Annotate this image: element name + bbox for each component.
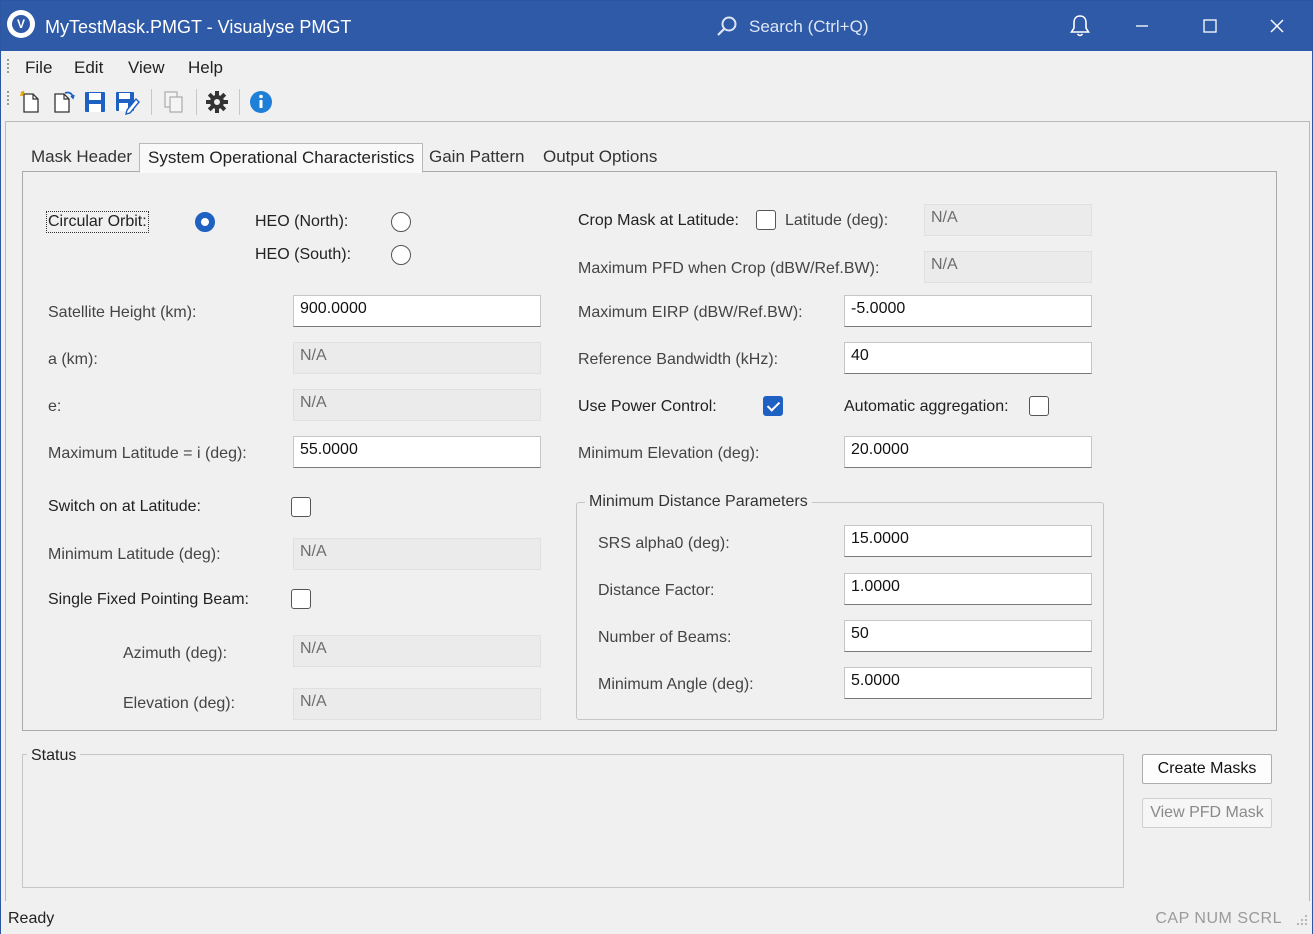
app-window: V MyTestMask.PMGT - Visualyse PMGT Searc…: [0, 0, 1313, 934]
elevation-input[interactable]: N/A: [293, 688, 541, 720]
title-bar: V MyTestMask.PMGT - Visualyse PMGT Searc…: [1, 1, 1312, 51]
number-of-beams-input[interactable]: 50: [844, 620, 1092, 652]
a-km-label: a (km):: [48, 351, 98, 368]
toolbar-separator: [151, 89, 152, 115]
switch-on-latitude-label: Switch on at Latitude:: [48, 498, 201, 515]
switch-on-latitude-checkbox[interactable]: [291, 497, 311, 517]
e-label: e:: [48, 398, 62, 415]
single-beam-label: Single Fixed Pointing Beam:: [48, 591, 249, 608]
status-panel: [22, 754, 1124, 888]
tab-gain-pattern[interactable]: Gain Pattern: [421, 143, 532, 172]
toolbar-separator: [239, 89, 240, 115]
heo-north-radio[interactable]: [391, 212, 411, 232]
tab-mask-header[interactable]: Mask Header: [23, 143, 140, 172]
menu-view[interactable]: View: [128, 58, 165, 78]
new-file-button[interactable]: [17, 89, 43, 115]
max-pfd-input[interactable]: N/A: [924, 251, 1092, 283]
copy-icon: [164, 91, 183, 113]
status-title: Status: [27, 747, 81, 765]
menu-file[interactable]: File: [25, 58, 52, 78]
heo-south-label: HEO (South):: [255, 246, 352, 263]
satellite-height-input[interactable]: 900.0000: [293, 295, 541, 327]
toolbar: [1, 83, 1312, 121]
settings-button[interactable]: [204, 89, 230, 115]
menu-grip: [7, 59, 10, 73]
number-of-beams-label: Number of Beams:: [598, 629, 732, 646]
max-latitude-input[interactable]: 55.0000: [293, 436, 541, 468]
srs-alpha0-input[interactable]: 15.0000: [844, 525, 1092, 557]
save-icon: [85, 92, 105, 112]
menu-bar: File Edit View Help: [1, 51, 1312, 83]
toolbar-grip: [7, 91, 10, 105]
keyboard-indicators: CAP NUM SCRL: [1155, 910, 1282, 927]
copy-button[interactable]: [160, 89, 186, 115]
save-as-icon: [116, 92, 140, 115]
distance-factor-label: Distance Factor:: [598, 582, 715, 599]
satellite-height-label: Satellite Height (km):: [48, 304, 197, 321]
save-as-button[interactable]: [114, 89, 140, 115]
azimuth-label: Azimuth (deg):: [123, 645, 228, 662]
close-icon[interactable]: [1264, 13, 1290, 39]
min-elevation-input[interactable]: 20.0000: [844, 436, 1092, 468]
circular-orbit-label[interactable]: Circular Orbit:: [46, 211, 149, 233]
window-title: MyTestMask.PMGT - Visualyse PMGT: [45, 17, 352, 37]
minimum-angle-input[interactable]: 5.0000: [844, 667, 1092, 699]
search-box[interactable]: Search (Ctrl+Q): [715, 14, 869, 40]
crop-latitude-label: Latitude (deg):: [785, 212, 889, 229]
minimize-icon[interactable]: [1129, 13, 1155, 39]
create-masks-button[interactable]: Create Masks: [1142, 754, 1272, 784]
auto-aggregation-label: Automatic aggregation:: [844, 398, 1009, 415]
settings-gear-icon: [206, 91, 228, 113]
search-placeholder: Search (Ctrl+Q): [749, 17, 869, 36]
notification-bell-icon[interactable]: [1067, 13, 1093, 39]
app-logo-icon: V: [7, 10, 35, 38]
view-pfd-mask-button[interactable]: View PFD Mask: [1142, 798, 1272, 828]
open-file-button[interactable]: [50, 89, 76, 115]
max-eirp-label: Maximum EIRP (dBW/Ref.BW):: [578, 304, 803, 321]
heo-south-radio[interactable]: [391, 245, 411, 265]
menu-edit[interactable]: Edit: [74, 58, 103, 78]
reference-bandwidth-input[interactable]: 40: [844, 342, 1092, 374]
max-latitude-label: Maximum Latitude = i (deg):: [48, 445, 247, 462]
crop-mask-label: Crop Mask at Latitude:: [578, 212, 739, 229]
min-latitude-input[interactable]: N/A: [293, 538, 541, 570]
open-file-icon: [54, 91, 75, 113]
max-eirp-input[interactable]: -5.0000: [844, 295, 1092, 327]
new-file-icon: [20, 90, 39, 113]
heo-north-label: HEO (North):: [255, 213, 349, 230]
crop-mask-checkbox[interactable]: [756, 210, 776, 230]
auto-aggregation-checkbox[interactable]: [1029, 396, 1049, 416]
circular-orbit-radio[interactable]: [195, 212, 215, 232]
resize-grip-icon[interactable]: [1295, 913, 1309, 929]
save-button[interactable]: [82, 89, 108, 115]
tab-system-operational-characteristics[interactable]: System Operational Characteristics: [139, 143, 424, 173]
min-latitude-label: Minimum Latitude (deg):: [48, 546, 221, 563]
crop-latitude-input[interactable]: N/A: [924, 204, 1092, 236]
power-control-label: Use Power Control:: [578, 398, 717, 415]
srs-alpha0-label: SRS alpha0 (deg):: [598, 535, 730, 552]
e-input[interactable]: N/A: [293, 389, 541, 421]
minimum-angle-label: Minimum Angle (deg):: [598, 676, 754, 693]
maximize-icon[interactable]: [1197, 13, 1223, 39]
status-bar-text: Ready: [8, 910, 55, 927]
power-control-checkbox[interactable]: [763, 396, 783, 416]
info-icon: [250, 91, 272, 113]
toolbar-separator: [196, 89, 197, 115]
info-button[interactable]: [248, 89, 274, 115]
search-icon: [717, 16, 737, 36]
elevation-label: Elevation (deg):: [123, 695, 236, 712]
menu-help[interactable]: Help: [188, 58, 223, 78]
reference-bandwidth-label: Reference Bandwidth (kHz):: [578, 351, 779, 368]
azimuth-input[interactable]: N/A: [293, 635, 541, 667]
max-pfd-label: Maximum PFD when Crop (dBW/Ref.BW):: [578, 260, 880, 277]
min-distance-title: Minimum Distance Parameters: [585, 493, 812, 511]
tab-output-options[interactable]: Output Options: [535, 143, 665, 172]
a-km-input[interactable]: N/A: [293, 342, 541, 374]
distance-factor-input[interactable]: 1.0000: [844, 573, 1092, 605]
min-elevation-label: Minimum Elevation (deg):: [578, 445, 760, 462]
single-beam-checkbox[interactable]: [291, 589, 311, 609]
status-bar: Ready CAP NUM SCRL: [1, 903, 1312, 934]
